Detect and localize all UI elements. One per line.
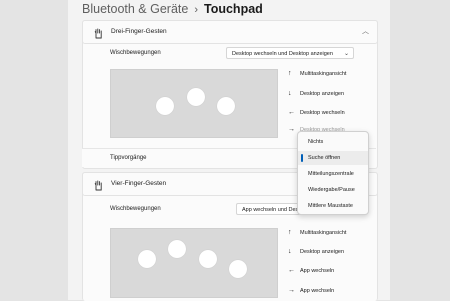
arrow-right-icon: → — [288, 287, 295, 294]
swipes-dropdown-value: Desktop wechseln und Desktop anzeigen — [232, 51, 333, 57]
gesture-left: ← App wechseln — [288, 265, 334, 277]
gesture-label: App wechseln — [300, 268, 335, 274]
gesture-label: Multitaskingansicht — [300, 230, 347, 236]
arrow-down-icon: ↓ — [288, 248, 292, 255]
arrow-up-icon: ↑ — [288, 229, 292, 236]
hand-icon — [93, 178, 104, 191]
finger-dot — [156, 97, 174, 115]
swipes-dropdown[interactable]: Desktop wechseln und Desktop anzeigen ⌄ — [226, 47, 354, 59]
menu-item-open-search[interactable]: Suche öffnen — [298, 151, 368, 165]
three-finger-header[interactable]: Drei-Finger-Gesten ︿ — [82, 20, 378, 44]
chevron-down-icon: ⌄ — [343, 51, 349, 57]
gesture-down: ↓ Desktop anzeigen — [288, 88, 344, 100]
arrow-down-icon: ↓ — [288, 90, 292, 97]
gesture-down: ↓ Desktop anzeigen — [288, 246, 344, 258]
finger-dot — [168, 240, 186, 258]
hand-icon — [93, 26, 104, 39]
finger-dot — [229, 260, 247, 278]
chevron-up-icon[interactable]: ︿ — [362, 21, 369, 43]
gesture-label: Multitaskingansicht — [300, 71, 347, 77]
page-title: Touchpad — [204, 2, 263, 16]
gesture-label: App wechseln — [300, 288, 335, 294]
finger-dot — [199, 250, 217, 268]
section-title: Vier-Finger-Gesten — [111, 180, 167, 187]
finger-dot — [138, 250, 156, 268]
gesture-right: → App wechseln — [288, 285, 334, 297]
menu-item-play-pause[interactable]: Wiedergabe/Pause — [298, 183, 368, 197]
breadcrumb-separator: › — [194, 4, 198, 16]
section-title: Drei-Finger-Gesten — [111, 28, 167, 35]
menu-item-nothing[interactable]: Nichts — [298, 135, 368, 149]
gesture-up: ↑ Multitaskingansicht — [288, 227, 346, 239]
finger-dot — [217, 97, 235, 115]
taps-dropdown-menu: Nichts Suche öffnen Mitteilungszentrale … — [297, 131, 369, 215]
gesture-label: Desktop anzeigen — [300, 249, 345, 255]
gesture-label: Desktop wechseln — [300, 110, 345, 116]
gesture-label: Desktop anzeigen — [300, 91, 345, 97]
swipes-label: Wischbewegungen — [110, 50, 161, 56]
touchpad-illustration — [110, 69, 278, 138]
gesture-left: ← Desktop wechseln — [288, 107, 345, 119]
taps-label: Tippvorgänge — [110, 155, 147, 161]
arrow-left-icon: ← — [288, 267, 295, 274]
breadcrumb-parent[interactable]: Bluetooth & Geräte — [82, 2, 188, 16]
gesture-up: ↑ Multitaskingansicht — [288, 68, 346, 80]
touchpad-illustration — [110, 228, 278, 298]
menu-item-notification-center[interactable]: Mitteilungszentrale — [298, 167, 368, 181]
finger-dot — [187, 88, 205, 106]
swipes-label: Wischbewegungen — [110, 206, 161, 212]
arrow-left-icon: ← — [288, 109, 295, 116]
menu-item-middle-mouse[interactable]: Mittlere Maustaste — [298, 199, 368, 213]
arrow-up-icon: ↑ — [288, 70, 292, 77]
breadcrumb: Bluetooth & Geräte › Touchpad — [82, 0, 263, 18]
